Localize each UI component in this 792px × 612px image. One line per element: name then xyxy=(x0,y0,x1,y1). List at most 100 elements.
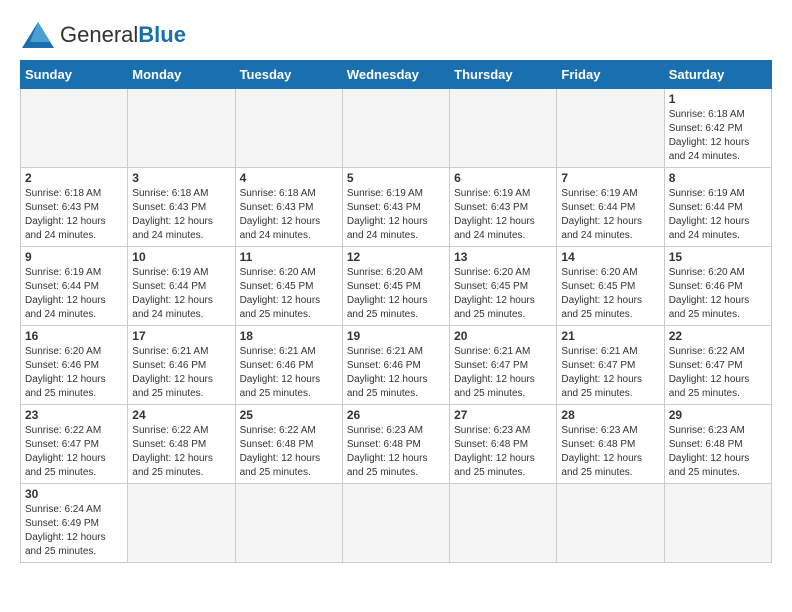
calendar-day-cell: 7 Sunrise: 6:19 AM Sunset: 6:44 PM Daylig… xyxy=(557,168,664,247)
day-info: Sunrise: 6:22 AM Sunset: 6:48 PM Dayligh… xyxy=(132,424,230,480)
calendar-day-cell: 10 Sunrise: 6:19 AM Sunset: 6:44 PM Dayli… xyxy=(128,247,235,326)
calendar-day-cell: 4 Sunrise: 6:18 AM Sunset: 6:43 PM Daylig… xyxy=(235,168,342,247)
calendar-day-cell: 1 Sunrise: 6:18 AM Sunset: 6:42 PM Daylig… xyxy=(664,89,771,168)
day-number: 5 xyxy=(347,171,445,185)
day-number: 29 xyxy=(669,408,767,422)
logo-text: GeneralBlue xyxy=(60,23,186,47)
calendar-day-cell: 8 Sunrise: 6:19 AM Sunset: 6:44 PM Daylig… xyxy=(664,168,771,247)
weekday-header-friday: Friday xyxy=(557,61,664,89)
calendar-day-cell: 9Sunrise: 6:19 AM Sunset: 6:44 PM Daylig… xyxy=(21,247,128,326)
day-number: 4 xyxy=(240,171,338,185)
calendar-day-cell: 19 Sunrise: 6:21 AM Sunset: 6:46 PM Dayli… xyxy=(342,326,449,405)
day-number: 8 xyxy=(669,171,767,185)
calendar-day-cell xyxy=(557,89,664,168)
day-number: 2 xyxy=(25,171,123,185)
day-number: 21 xyxy=(561,329,659,343)
calendar-day-cell: 18 Sunrise: 6:21 AM Sunset: 6:46 PM Dayli… xyxy=(235,326,342,405)
day-number: 18 xyxy=(240,329,338,343)
calendar-week-row: 2 Sunrise: 6:18 AM Sunset: 6:43 PM Daylig… xyxy=(21,168,772,247)
calendar-day-cell xyxy=(450,89,557,168)
day-number: 6 xyxy=(454,171,552,185)
calendar-day-cell: 5Sunrise: 6:19 AM Sunset: 6:43 PM Daylig… xyxy=(342,168,449,247)
day-number: 16 xyxy=(25,329,123,343)
day-number: 30 xyxy=(25,487,123,501)
calendar-day-cell xyxy=(235,89,342,168)
calendar-day-cell xyxy=(21,89,128,168)
day-info: Sunrise: 6:24 AM Sunset: 6:49 PM Dayligh… xyxy=(25,503,123,559)
calendar-week-row: 1 Sunrise: 6:18 AM Sunset: 6:42 PM Daylig… xyxy=(21,89,772,168)
day-info: Sunrise: 6:19 AM Sunset: 6:44 PM Dayligh… xyxy=(669,187,767,243)
calendar-day-cell: 30 Sunrise: 6:24 AM Sunset: 6:49 PM Dayli… xyxy=(21,484,128,563)
calendar-day-cell: 20 Sunrise: 6:21 AM Sunset: 6:47 PM Dayli… xyxy=(450,326,557,405)
calendar-day-cell: 28 Sunrise: 6:23 AM Sunset: 6:48 PM Dayli… xyxy=(557,405,664,484)
calendar-day-cell: 22 Sunrise: 6:22 AM Sunset: 6:47 PM Dayli… xyxy=(664,326,771,405)
day-number: 20 xyxy=(454,329,552,343)
calendar-day-cell xyxy=(128,484,235,563)
calendar-day-cell: 26Sunrise: 6:23 AM Sunset: 6:48 PM Dayli… xyxy=(342,405,449,484)
day-info: Sunrise: 6:20 AM Sunset: 6:46 PM Dayligh… xyxy=(25,345,123,401)
calendar-day-cell: 16 Sunrise: 6:20 AM Sunset: 6:46 PM Dayli… xyxy=(21,326,128,405)
day-number: 26 xyxy=(347,408,445,422)
calendar-day-cell: 24 Sunrise: 6:22 AM Sunset: 6:48 PM Dayli… xyxy=(128,405,235,484)
day-number: 24 xyxy=(132,408,230,422)
calendar-table: SundayMondayTuesdayWednesdayThursdayFrid… xyxy=(20,60,772,563)
calendar-day-cell xyxy=(450,484,557,563)
day-info: Sunrise: 6:23 AM Sunset: 6:48 PM Dayligh… xyxy=(561,424,659,480)
day-info: Sunrise: 6:23 AM Sunset: 6:48 PM Dayligh… xyxy=(669,424,767,480)
day-info: Sunrise: 6:22 AM Sunset: 6:47 PM Dayligh… xyxy=(25,424,123,480)
day-number: 1 xyxy=(669,92,767,106)
calendar-day-cell: 6 Sunrise: 6:19 AM Sunset: 6:43 PM Daylig… xyxy=(450,168,557,247)
day-number: 23 xyxy=(25,408,123,422)
calendar-day-cell xyxy=(342,484,449,563)
day-info: Sunrise: 6:18 AM Sunset: 6:43 PM Dayligh… xyxy=(132,187,230,243)
day-info: Sunrise: 6:18 AM Sunset: 6:42 PM Dayligh… xyxy=(669,108,767,164)
day-info: Sunrise: 6:22 AM Sunset: 6:47 PM Dayligh… xyxy=(669,345,767,401)
calendar-week-row: 9 Sunrise: 6:19 AM Sunset: 6:44 PM Daylig… xyxy=(21,247,772,326)
day-info: Sunrise: 6:21 AM Sunset: 6:46 PM Dayligh… xyxy=(347,345,445,401)
day-info: Sunrise: 6:21 AM Sunset: 6:46 PM Dayligh… xyxy=(240,345,338,401)
weekday-header-monday: Monday xyxy=(128,61,235,89)
day-number: 14 xyxy=(561,250,659,264)
day-info: Sunrise: 6:19 AM Sunset: 6:44 PM Dayligh… xyxy=(561,187,659,243)
calendar-day-cell: 25 Sunrise: 6:22 AM Sunset: 6:48 PM Dayli… xyxy=(235,405,342,484)
calendar-day-cell: 29 Sunrise: 6:23 AM Sunset: 6:48 PM Dayli… xyxy=(664,405,771,484)
calendar-day-cell: 21Sunrise: 6:21 AM Sunset: 6:47 PM Dayli… xyxy=(557,326,664,405)
day-number: 28 xyxy=(561,408,659,422)
day-info: Sunrise: 6:20 AM Sunset: 6:45 PM Dayligh… xyxy=(240,266,338,322)
weekday-header-row: SundayMondayTuesdayWednesdayThursdayFrid… xyxy=(21,61,772,89)
day-number: 17 xyxy=(132,329,230,343)
day-info: Sunrise: 6:22 AM Sunset: 6:48 PM Dayligh… xyxy=(240,424,338,480)
day-info: Sunrise: 6:19 AM Sunset: 6:43 PM Dayligh… xyxy=(454,187,552,243)
calendar-day-cell: 14Sunrise: 6:20 AM Sunset: 6:45 PM Dayli… xyxy=(557,247,664,326)
calendar-day-cell: 11Sunrise: 6:20 AM Sunset: 6:45 PM Dayli… xyxy=(235,247,342,326)
calendar-day-cell: 2 Sunrise: 6:18 AM Sunset: 6:43 PM Daylig… xyxy=(21,168,128,247)
day-info: Sunrise: 6:18 AM Sunset: 6:43 PM Dayligh… xyxy=(25,187,123,243)
day-number: 7 xyxy=(561,171,659,185)
calendar-day-cell: 12Sunrise: 6:20 AM Sunset: 6:45 PM Dayli… xyxy=(342,247,449,326)
calendar-day-cell: 27Sunrise: 6:23 AM Sunset: 6:48 PM Dayli… xyxy=(450,405,557,484)
day-number: 19 xyxy=(347,329,445,343)
calendar-day-cell: 3 Sunrise: 6:18 AM Sunset: 6:43 PM Daylig… xyxy=(128,168,235,247)
day-number: 10 xyxy=(132,250,230,264)
day-info: Sunrise: 6:21 AM Sunset: 6:47 PM Dayligh… xyxy=(454,345,552,401)
calendar-day-cell xyxy=(664,484,771,563)
day-info: Sunrise: 6:18 AM Sunset: 6:43 PM Dayligh… xyxy=(240,187,338,243)
calendar-week-row: 30 Sunrise: 6:24 AM Sunset: 6:49 PM Dayli… xyxy=(21,484,772,563)
calendar-day-cell: 15 Sunrise: 6:20 AM Sunset: 6:46 PM Dayli… xyxy=(664,247,771,326)
weekday-header-sunday: Sunday xyxy=(21,61,128,89)
day-number: 9 xyxy=(25,250,123,264)
calendar-week-row: 23 Sunrise: 6:22 AM Sunset: 6:47 PM Dayli… xyxy=(21,405,772,484)
day-number: 15 xyxy=(669,250,767,264)
day-number: 25 xyxy=(240,408,338,422)
day-number: 27 xyxy=(454,408,552,422)
day-info: Sunrise: 6:20 AM Sunset: 6:45 PM Dayligh… xyxy=(347,266,445,322)
day-number: 3 xyxy=(132,171,230,185)
day-info: Sunrise: 6:20 AM Sunset: 6:46 PM Dayligh… xyxy=(669,266,767,322)
day-number: 13 xyxy=(454,250,552,264)
calendar-day-cell: 23 Sunrise: 6:22 AM Sunset: 6:47 PM Dayli… xyxy=(21,405,128,484)
calendar-day-cell xyxy=(128,89,235,168)
day-info: Sunrise: 6:19 AM Sunset: 6:44 PM Dayligh… xyxy=(132,266,230,322)
page-header: GeneralBlue xyxy=(20,20,772,50)
day-number: 22 xyxy=(669,329,767,343)
day-info: Sunrise: 6:21 AM Sunset: 6:46 PM Dayligh… xyxy=(132,345,230,401)
